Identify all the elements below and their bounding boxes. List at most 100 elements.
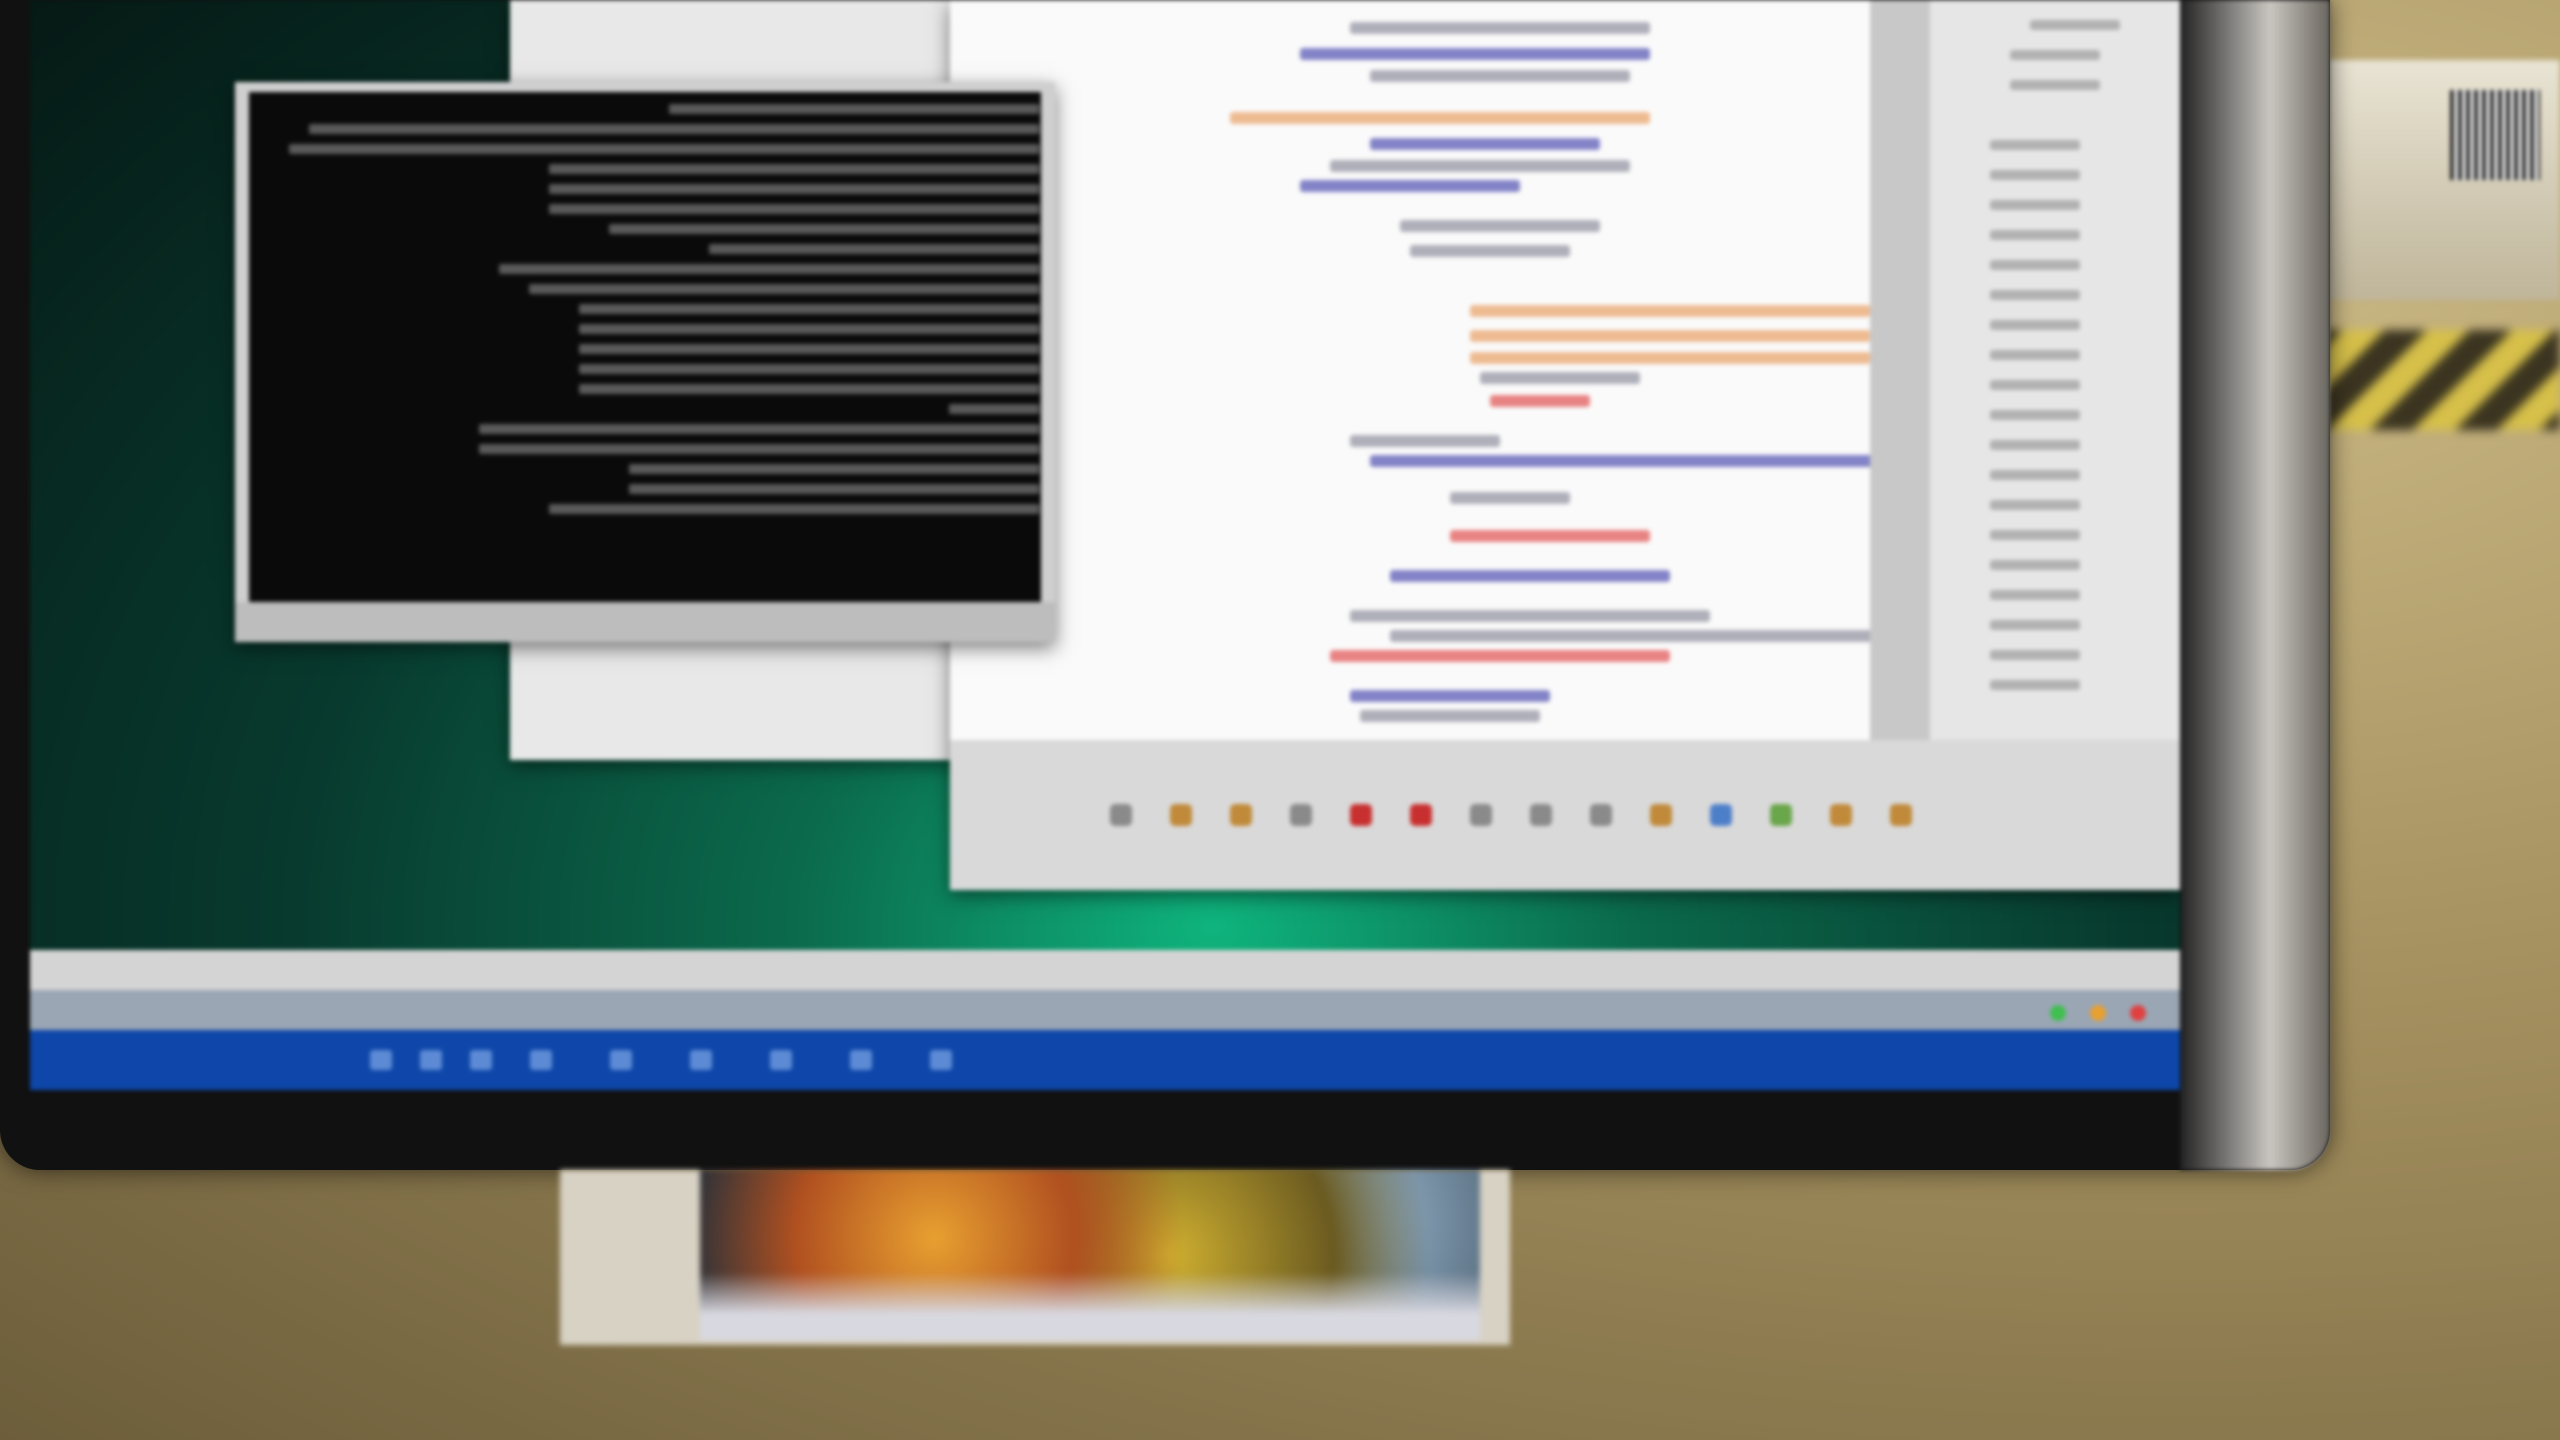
terminal-line <box>709 244 1039 254</box>
tree-item[interactable] <box>1990 140 2080 150</box>
edit-icon[interactable] <box>1170 804 1192 826</box>
status-icon[interactable] <box>690 1050 712 1070</box>
code-line <box>1370 455 1930 467</box>
status-icon[interactable] <box>930 1050 952 1070</box>
tree-icon[interactable] <box>1770 804 1792 826</box>
code-line <box>1350 22 1650 34</box>
record-icon[interactable] <box>1350 804 1372 826</box>
status-bar <box>30 1030 2180 1090</box>
window-title-bar <box>30 990 2180 1030</box>
monitor-screen <box>30 0 2180 1090</box>
tree-item[interactable] <box>1990 290 2080 300</box>
code-line <box>1450 530 1650 542</box>
status-icon[interactable] <box>370 1050 392 1070</box>
status-icon[interactable] <box>420 1050 442 1070</box>
terminal-line <box>499 264 1039 274</box>
barcode-label <box>2450 90 2540 180</box>
code-line <box>1470 330 1870 342</box>
globe-icon[interactable] <box>1710 804 1732 826</box>
terminal-line <box>549 504 1039 514</box>
code-line <box>1330 650 1670 662</box>
package-icon[interactable] <box>1230 804 1252 826</box>
code-line <box>1350 610 1710 622</box>
code-line <box>1390 630 1910 642</box>
terminal-line <box>309 124 1039 134</box>
code-line <box>1470 305 1870 317</box>
terminal-line <box>609 224 1039 234</box>
tree-item[interactable] <box>1990 440 2080 450</box>
terminal-line <box>629 464 1039 474</box>
tree-item[interactable] <box>1990 320 2080 330</box>
terminal-line <box>529 284 1039 294</box>
terminal-line <box>579 324 1039 334</box>
tree-item[interactable] <box>1990 560 2080 570</box>
tree-item[interactable] <box>1990 500 2080 510</box>
search-icon[interactable] <box>1290 804 1312 826</box>
palette-icon[interactable] <box>1410 804 1432 826</box>
taskbar <box>30 950 2180 990</box>
tree-item[interactable] <box>1990 530 2080 540</box>
terminal-window[interactable] <box>235 82 1055 642</box>
tree-item[interactable] <box>1990 200 2080 210</box>
tree-item[interactable] <box>2010 80 2100 90</box>
tree-item[interactable] <box>1990 350 2080 360</box>
tree-item[interactable] <box>1990 650 2080 660</box>
terminal-status-bar <box>235 602 1055 642</box>
code-line <box>1410 245 1570 257</box>
tree-item[interactable] <box>1990 170 2080 180</box>
back-icon[interactable] <box>1470 804 1492 826</box>
code-line <box>1350 690 1550 702</box>
monitor <box>0 0 2330 1170</box>
code-line <box>1400 220 1600 232</box>
terminal-line <box>479 444 1039 454</box>
close-button[interactable] <box>2130 1005 2146 1021</box>
tree-item[interactable] <box>1990 590 2080 600</box>
pen-icon[interactable] <box>1650 804 1672 826</box>
status-icon[interactable] <box>530 1050 552 1070</box>
terminal-line <box>579 384 1039 394</box>
code-line <box>1490 395 1590 407</box>
tree-item[interactable] <box>1990 620 2080 630</box>
code-line <box>1300 48 1650 60</box>
terminal-line <box>479 424 1039 434</box>
refresh-icon[interactable] <box>1110 804 1132 826</box>
terminal-line <box>669 104 1039 114</box>
monitor-bezel-edge <box>2180 0 2330 1170</box>
terminal-line <box>579 364 1039 374</box>
bug-icon[interactable] <box>1590 804 1612 826</box>
code-line <box>1390 570 1670 582</box>
star-icon[interactable] <box>1890 804 1912 826</box>
code-line <box>1370 70 1630 82</box>
status-icon[interactable] <box>470 1050 492 1070</box>
code-line <box>1370 138 1600 150</box>
code-line <box>1350 435 1500 447</box>
status-icon[interactable] <box>770 1050 792 1070</box>
folder-icon[interactable] <box>1830 804 1852 826</box>
terminal-line <box>289 144 1039 154</box>
minimize-button[interactable] <box>2090 1005 2106 1021</box>
tree-item[interactable] <box>1990 410 2080 420</box>
status-icon[interactable] <box>850 1050 872 1070</box>
tree-item[interactable] <box>1990 380 2080 390</box>
terminal-line <box>579 344 1039 354</box>
terminal-line <box>949 404 1039 414</box>
code-line <box>1300 180 1520 192</box>
tree-item[interactable] <box>1990 470 2080 480</box>
maximize-button[interactable] <box>2050 1005 2066 1021</box>
status-icon[interactable] <box>610 1050 632 1070</box>
terminal-line <box>549 204 1039 214</box>
terminal-line <box>579 304 1039 314</box>
tree-item[interactable] <box>1990 260 2080 270</box>
tree-item[interactable] <box>1990 230 2080 240</box>
tree-item[interactable] <box>2010 50 2100 60</box>
outline-sidebar[interactable] <box>1930 0 2180 740</box>
code-line <box>1450 492 1570 504</box>
code-line <box>1480 372 1640 384</box>
postcard <box>560 1170 1510 1345</box>
code-line <box>1330 160 1630 172</box>
tree-item[interactable] <box>1990 680 2080 690</box>
terminal-line <box>629 484 1039 494</box>
code-editor-window[interactable] <box>950 0 2180 890</box>
tree-item[interactable] <box>2030 20 2120 30</box>
forward-icon[interactable] <box>1530 804 1552 826</box>
